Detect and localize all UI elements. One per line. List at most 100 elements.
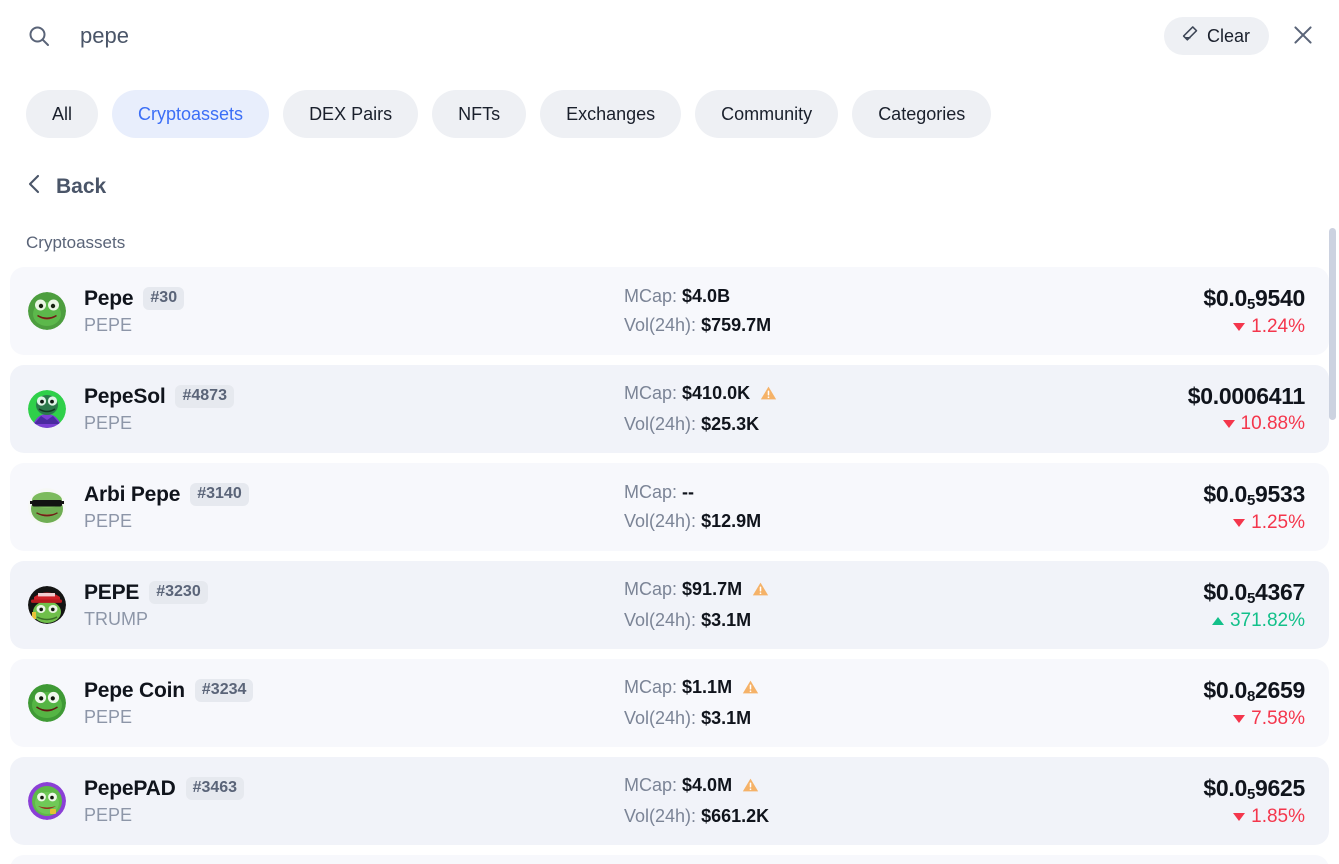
mcap-value: $4.0B [682,286,731,306]
coin-volume-line: Vol(24h): $661.2K [624,802,1004,831]
triangle-down-icon [1233,518,1246,527]
mcap-label: MCap: [624,286,678,306]
coin-symbol: PEPE [84,510,133,531]
search-input[interactable] [80,23,1164,49]
mcap-value: $91.7M [682,579,743,599]
volume-label: Vol(24h): [624,806,697,826]
coin-avatar [28,390,66,428]
coin-mcap-line: MCap: $91.7M [624,575,1004,606]
warning-icon [760,381,777,410]
mcap-label: MCap: [624,677,678,697]
coin-price-block: $0.0006411 10.88% [1004,383,1307,435]
filter-chip-label: All [52,103,73,124]
filter-chip-all[interactable]: All [26,90,99,138]
coin-avatar [28,488,66,526]
coin-change-value: 7.58% [1251,707,1305,729]
section-title: Cryptoassets [26,233,126,252]
coin-volume-line: Vol(24h): $12.9M [624,507,1004,536]
filter-chip-label: NFTs [458,103,501,124]
result-row-partial[interactable] [10,855,1329,864]
coin-avatar [28,782,66,820]
coin-stats: MCap: $91.7M Vol(24h): $3.1M [624,575,1004,635]
scrollbar[interactable] [1329,228,1336,864]
volume-value: $3.1M [701,610,752,630]
coin-change-value: 1.85% [1251,805,1305,827]
coin-rank-badge: #30 [143,287,185,310]
coin-name-line: PepePAD #3463 [84,777,624,801]
coin-name-block: Pepe Coin #3234 PEPE [84,679,624,728]
coin-change: 1.85% [1004,806,1305,828]
coin-price-block: $0.054367 371.82% [1004,579,1307,632]
eraser-icon [1179,24,1199,49]
coin-change: 1.25% [1004,512,1305,534]
filter-chip-label: DEX Pairs [309,103,393,124]
filter-chip-nfts[interactable]: NFTs [432,90,527,138]
close-icon [1290,22,1316,51]
coin-name-block: PEPE #3230 TRUMP [84,581,624,630]
filter-chip-cryptoassets[interactable]: Cryptoassets [112,90,270,138]
volume-value: $12.9M [701,511,762,531]
coin-rank-badge: #4873 [175,385,234,408]
coin-mcap-line: MCap: -- [624,478,1004,507]
coin-name: Arbi Pepe [84,482,181,506]
filter-chip-dex-pairs[interactable]: DEX Pairs [283,90,419,138]
filter-chip-label: Exchanges [566,103,656,124]
result-row[interactable]: Pepe #30 PEPE MCap: $4.0B Vol(24h): $759… [10,267,1329,355]
coin-price: $0.0006411 [1187,383,1306,409]
coin-avatar [28,292,66,330]
coin-change-value: 1.25% [1251,511,1305,533]
triangle-down-icon [1233,812,1246,821]
result-row[interactable]: PEPE #3230 TRUMP MCap: $91.7M Vol(24h): … [10,561,1329,649]
filter-chip-community[interactable]: Community [695,90,839,138]
coin-change-value: 10.88% [1240,413,1305,434]
coin-avatar [28,586,66,624]
coin-volume-line: Vol(24h): $25.3K [624,410,1004,439]
mcap-value: $410.0K [682,383,751,403]
volume-value: $25.3K [701,414,760,434]
volume-label: Vol(24h): [624,610,697,630]
result-row[interactable]: Arbi Pepe #3140 PEPE MCap: -- Vol(24h): … [10,463,1329,551]
warning-icon [742,675,759,704]
coin-rank-badge: #3230 [149,581,208,604]
coin-name-line: Pepe #30 [84,287,624,311]
coin-price-block: $0.059625 1.85% [1004,775,1307,828]
filter-chip-exchanges[interactable]: Exchanges [540,90,682,138]
result-row[interactable]: Pepe Coin #3234 PEPE MCap: $1.1M Vol(24h… [10,659,1329,747]
result-row[interactable]: PepeSol #4873 PEPE MCap: $410.0K Vol(24h… [10,365,1329,453]
volume-value: $661.2K [701,806,770,826]
result-row[interactable]: PepePAD #3463 PEPE MCap: $4.0M Vol(24h):… [10,757,1329,845]
coin-name-line: PepeSol #4873 [84,385,624,409]
coin-mcap-line: MCap: $410.0K [624,379,1004,410]
coin-name-line: PEPE #3230 [84,581,624,605]
coin-rank-badge: #3234 [194,679,254,702]
volume-value: $759.7M [701,315,772,335]
filter-chip-categories[interactable]: Categories [852,90,992,138]
coin-name: PEPE [84,580,140,604]
volume-label: Vol(24h): [624,708,697,728]
filter-chip-label: Categories [878,103,966,124]
scrollbar-thumb[interactable] [1329,228,1336,420]
volume-label: Vol(24h): [624,414,697,434]
coin-avatar [28,684,66,722]
back-button[interactable]: Back [0,173,132,200]
coin-price: $0.082659 [1203,676,1305,705]
close-button[interactable] [1285,18,1321,54]
coin-change: 10.88% [1004,413,1305,435]
coin-price: $0.059533 [1203,480,1305,509]
clear-button[interactable]: Clear [1163,17,1269,55]
mcap-value: $1.1M [682,677,733,697]
search-icon [26,23,52,49]
triangle-down-icon [1222,420,1235,428]
filter-chip-label: Cryptoassets [138,103,244,124]
warning-icon [752,577,769,606]
coin-price-block: $0.059533 1.25% [1004,481,1307,534]
coin-stats: MCap: $1.1M Vol(24h): $3.1M [624,673,1004,733]
coin-price: $0.059625 [1203,774,1305,803]
coin-mcap-line: MCap: $4.0M [624,771,1004,802]
coin-change: 371.82% [1004,610,1305,632]
coin-stats: MCap: $4.0M Vol(24h): $661.2K [624,771,1004,831]
volume-value: $3.1M [701,708,752,728]
triangle-down-icon [1233,322,1246,331]
coin-price-block: $0.059540 1.24% [1004,285,1307,338]
triangle-up-icon [1211,616,1224,625]
